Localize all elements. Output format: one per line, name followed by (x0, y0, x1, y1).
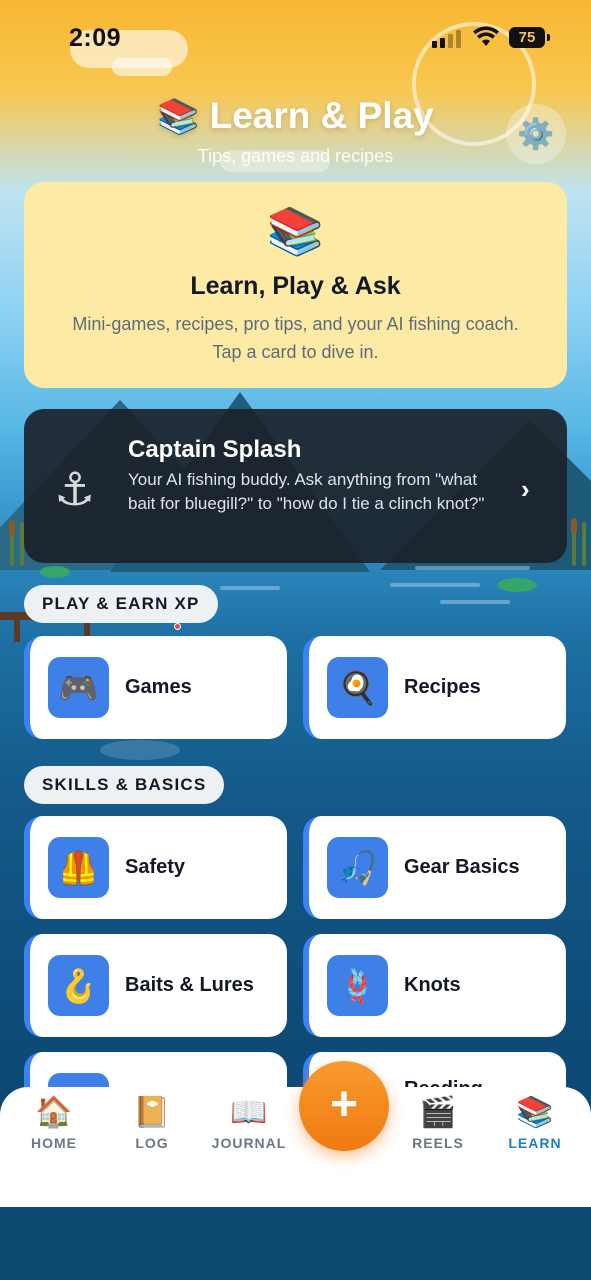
captain-splash-description: Your AI fishing buddy. Ask anything from… (128, 470, 485, 513)
gear-icon: ⚙️ (517, 117, 555, 151)
books-icon: 📚 (157, 98, 200, 136)
game-controller-icon: 🎮 (48, 657, 109, 718)
lily-pad (40, 566, 70, 578)
nav-journal-label: JOURNAL (211, 1135, 287, 1151)
fishing-rod-icon: 🎣 (327, 837, 388, 898)
safety-card[interactable]: 🦺 Safety (24, 816, 287, 919)
bottom-safe-area (0, 1207, 591, 1280)
cloud-decoration (112, 58, 172, 76)
settings-button[interactable]: ⚙️ (506, 104, 566, 164)
section-label-play: PLAY & EARN XP (24, 585, 218, 623)
cellular-signal-icon (432, 30, 461, 48)
baits-lures-label: Baits & Lures (125, 974, 254, 996)
captain-splash-title: Captain Splash (128, 436, 302, 463)
recipes-card[interactable]: 🍳 Recipes (303, 636, 566, 739)
water-ripple (415, 566, 530, 570)
page-subtitle: Tips, games and recipes (197, 146, 394, 166)
battery-nub (547, 34, 550, 41)
water-ripple (390, 583, 480, 587)
house-icon: 🏠 (35, 1096, 73, 1129)
reed-decoration (571, 518, 577, 534)
intro-card: 📚 Learn, Play & Ask Mini-games, recipes,… (24, 182, 567, 388)
add-button[interactable]: + (299, 1061, 389, 1151)
gear-basics-label: Gear Basics (404, 856, 520, 878)
battery-icon: 75 (509, 27, 545, 48)
wifi-icon (473, 26, 499, 46)
fish-decoration (100, 740, 180, 760)
open-book-icon: 📖 (230, 1096, 268, 1129)
section-label-skills: SKILLS & BASICS (24, 766, 225, 804)
knot-icon: 🪢 (327, 955, 388, 1016)
chevron-right-icon: › (521, 474, 530, 504)
intro-card-description: Mini-games, recipes, pro tips, and your … (72, 314, 519, 362)
nav-home-label: HOME (31, 1135, 77, 1151)
hook-icon: 🪝 (48, 955, 109, 1016)
nav-log-label: LOG (135, 1135, 169, 1151)
frying-pan-icon: 🍳 (327, 657, 388, 718)
nav-reels-label: REELS (412, 1135, 464, 1151)
anchor-icon: ⚓ (54, 463, 96, 515)
nav-reels[interactable]: 🎬 REELS (393, 1093, 483, 1151)
recipes-label: Recipes (404, 676, 481, 698)
books-icon: 📚 (266, 205, 325, 257)
books-icon: 📚 (516, 1096, 554, 1129)
water-ripple (440, 600, 510, 604)
bobber-decoration (174, 623, 181, 630)
nav-learn[interactable]: 📚 LEARN (490, 1093, 580, 1151)
knots-card[interactable]: 🪢 Knots (303, 934, 566, 1037)
nav-learn-label: LEARN (508, 1135, 562, 1151)
notebook-icon: 📔 (133, 1096, 171, 1129)
intro-card-title: Learn, Play & Ask (190, 272, 401, 300)
reed-decoration (582, 522, 586, 566)
nav-home[interactable]: 🏠 HOME (9, 1093, 99, 1151)
gear-basics-card[interactable]: 🎣 Gear Basics (303, 816, 566, 919)
dock-decoration (14, 612, 20, 642)
lily-pad (497, 578, 537, 592)
status-time: 2:09 (69, 24, 122, 52)
games-card[interactable]: 🎮 Games (24, 636, 287, 739)
games-label: Games (125, 676, 192, 698)
knots-label: Knots (404, 974, 461, 996)
baits-lures-card[interactable]: 🪝 Baits & Lures (24, 934, 287, 1037)
nav-journal[interactable]: 📖 JOURNAL (204, 1093, 294, 1151)
safety-vest-icon: 🦺 (48, 837, 109, 898)
clapperboard-icon: 🎬 (419, 1096, 457, 1129)
reed-decoration (9, 520, 15, 536)
page-title-text: Learn & Play (209, 95, 434, 136)
nav-log[interactable]: 📔 LOG (107, 1093, 197, 1151)
water-ripple (220, 586, 280, 590)
safety-label: Safety (125, 856, 186, 878)
page-title: 📚 Learn & Play (0, 95, 591, 137)
